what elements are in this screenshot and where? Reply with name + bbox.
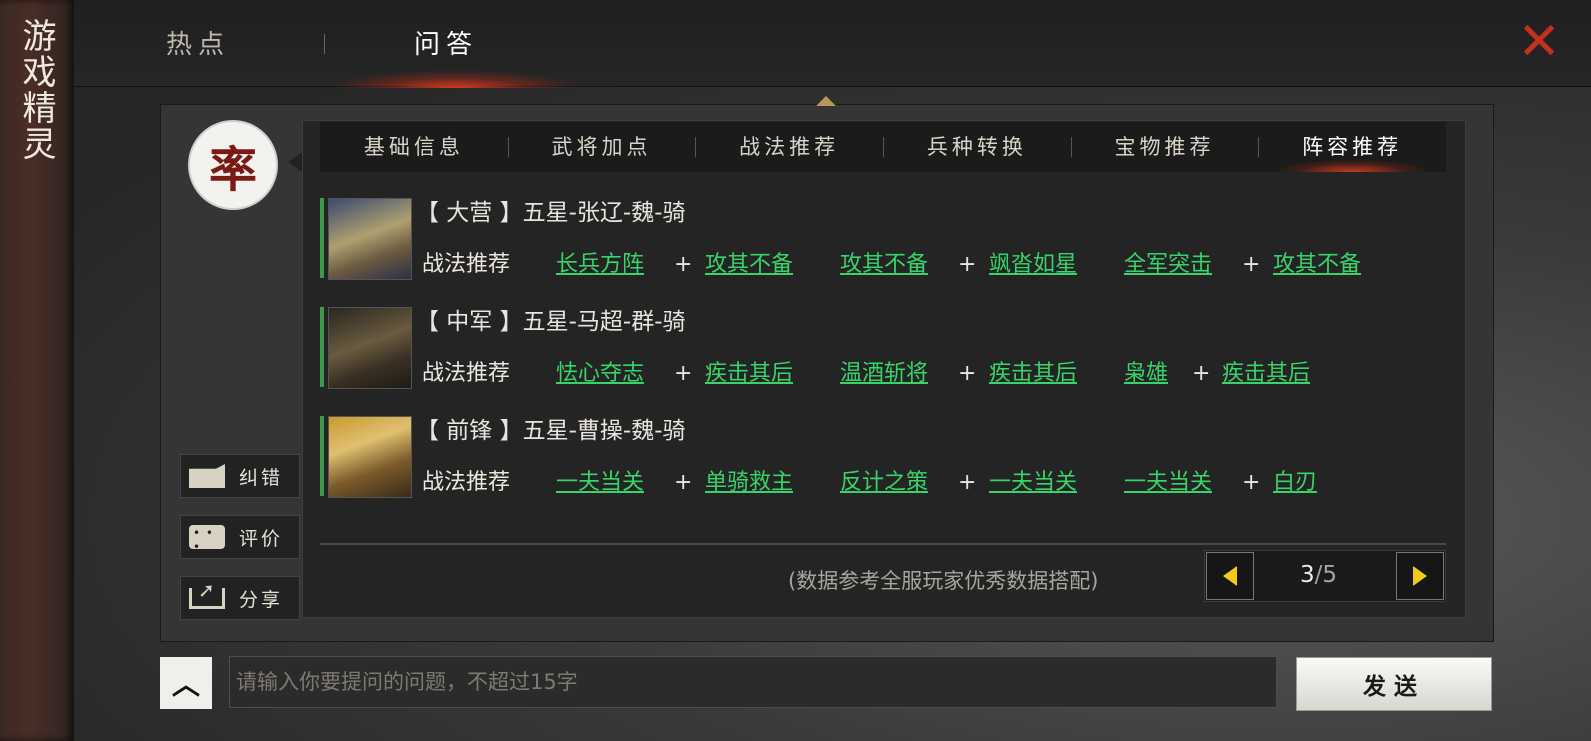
prev-page-button[interactable] — [1206, 552, 1254, 600]
plus-sign: + — [674, 361, 693, 386]
game-assistant-sidebar: 游戏精灵 — [0, 0, 74, 741]
expand-button[interactable]: ︿ — [160, 657, 212, 709]
general-role: 【 中军 】五星-马超-群-骑 — [416, 309, 686, 335]
total-pages: /5 — [1314, 562, 1338, 588]
arrow-right-icon — [1413, 566, 1427, 586]
share-label: 分享 — [239, 588, 284, 611]
send-button[interactable]: 发送 — [1296, 657, 1492, 711]
data-source-note: (数据参考全服玩家优秀数据搭配) — [788, 569, 1099, 593]
subtab-treasure-recommend[interactable]: 宝物推荐 — [1070, 122, 1259, 172]
tactic-link[interactable]: 怯心夺志 — [556, 359, 644, 389]
rate-button[interactable]: 评价 — [180, 515, 300, 559]
general-role: 【 前锋 】五星-曹操-魏-骑 — [416, 418, 686, 444]
tactic-link[interactable]: 疾击其后 — [1222, 359, 1310, 389]
plus-sign: + — [1242, 252, 1261, 277]
edit-icon — [189, 464, 225, 488]
avatar: 率 — [188, 120, 278, 210]
plus-sign: + — [1192, 361, 1211, 386]
subtab-lineup-recommend[interactable]: 阵容推荐 — [1258, 122, 1446, 172]
tactic-link[interactable]: 白刃 — [1273, 468, 1317, 498]
lineup-row: 【 中军 】五星-马超-群-骑 战法推荐 怯心夺志 + 疾击其后 温酒斩将 + … — [320, 307, 1440, 407]
share-icon — [189, 578, 225, 609]
comment-icon — [189, 525, 225, 554]
rate-label: 评价 — [239, 527, 284, 550]
correct-button[interactable]: 纠错 — [180, 454, 300, 498]
general-portrait — [320, 416, 412, 498]
tactic-link[interactable]: 全军突击 — [1124, 250, 1212, 280]
tactic-link[interactable]: 反计之策 — [840, 468, 928, 498]
tactic-link[interactable]: 温酒斩将 — [840, 359, 928, 389]
subtab-tactic-recommend[interactable]: 战法推荐 — [695, 122, 883, 172]
plus-sign: + — [958, 470, 977, 495]
tactic-link[interactable]: 长兵方阵 — [556, 250, 644, 280]
current-page: 3 — [1300, 562, 1315, 588]
tab-qa[interactable]: 问答 — [414, 24, 478, 61]
share-button[interactable]: 分享 — [180, 576, 300, 620]
chevron-up-icon: ︿ — [171, 668, 200, 701]
tactic-link[interactable]: 飒沓如星 — [989, 250, 1077, 280]
tactic-link[interactable]: 攻其不备 — [705, 250, 793, 280]
tactic-link[interactable]: 单骑救主 — [705, 468, 793, 498]
question-input[interactable] — [229, 656, 1277, 708]
active-tab-indicator — [330, 70, 580, 88]
tactic-link[interactable]: 枭雄 — [1124, 359, 1168, 389]
page-indicator: 3/5 — [1300, 562, 1337, 588]
tactic-label: 战法推荐 — [422, 252, 511, 277]
tab-divider — [324, 34, 325, 54]
general-portrait — [320, 307, 412, 389]
tactic-link[interactable]: 一夫当关 — [556, 468, 644, 498]
general-role: 【 大营 】五星-张辽-魏-骑 — [416, 200, 686, 226]
lineup-row: 【 前锋 】五星-曹操-魏-骑 战法推荐 一夫当关 + 单骑救主 反计之策 + … — [320, 416, 1440, 516]
subtab-general-points[interactable]: 武将加点 — [507, 122, 696, 172]
tactic-link[interactable]: 疾击其后 — [989, 359, 1077, 389]
tactic-link[interactable]: 疾击其后 — [705, 359, 793, 389]
next-page-button[interactable] — [1396, 552, 1444, 600]
tactic-link[interactable]: 攻其不备 — [840, 250, 928, 280]
tactic-link[interactable]: 一夫当关 — [1124, 468, 1212, 498]
tactic-label: 战法推荐 — [422, 470, 511, 495]
plus-sign: + — [674, 252, 693, 277]
general-portrait — [320, 198, 412, 280]
subtab-basic-info[interactable]: 基础信息 — [320, 122, 508, 172]
sub-tab-bar: 基础信息 武将加点 战法推荐 兵种转换 宝物推荐 阵容推荐 — [320, 122, 1446, 172]
top-tab-bar — [74, 0, 1591, 87]
lineup-row: 【 大营 】五星-张辽-魏-骑 战法推荐 长兵方阵 + 攻其不备 攻其不备 + … — [320, 198, 1440, 298]
plus-sign: + — [674, 470, 693, 495]
tactic-link[interactable]: 攻其不备 — [1273, 250, 1361, 280]
sidebar-title: 游戏精灵 — [16, 18, 56, 162]
tab-hot[interactable]: 热点 — [166, 24, 230, 61]
plus-sign: + — [1242, 470, 1261, 495]
bubble-tail — [288, 152, 302, 172]
panel-pointer — [816, 96, 836, 106]
arrow-left-icon — [1223, 566, 1237, 586]
divider — [320, 543, 1446, 545]
tactic-link[interactable]: 一夫当关 — [989, 468, 1077, 498]
tactic-label: 战法推荐 — [422, 361, 511, 386]
plus-sign: + — [958, 252, 977, 277]
correct-label: 纠错 — [239, 466, 284, 489]
close-icon[interactable]: ✕ — [1514, 16, 1564, 68]
plus-sign: + — [958, 361, 977, 386]
subtab-troop-convert[interactable]: 兵种转换 — [883, 122, 1071, 172]
